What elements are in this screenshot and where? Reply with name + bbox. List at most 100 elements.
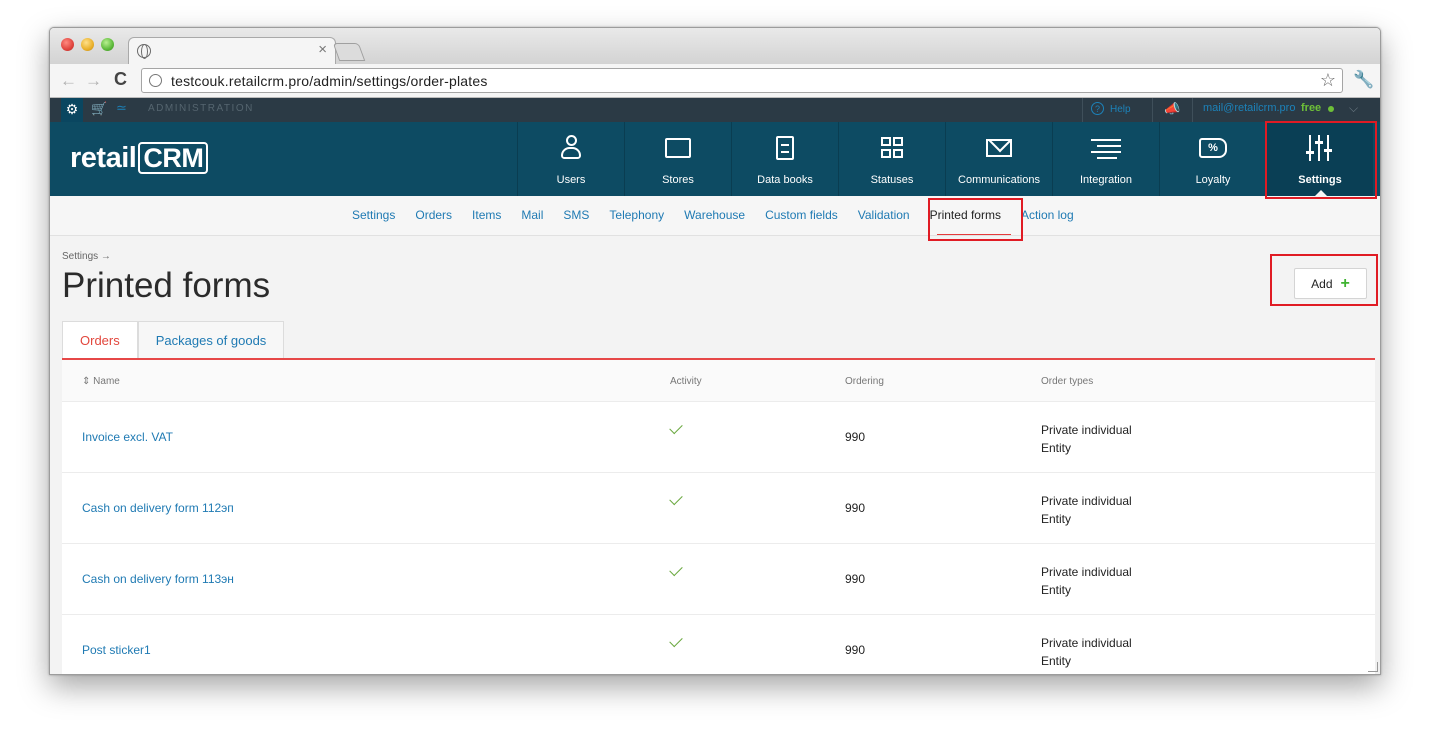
- table-row: Cash on delivery form 113эн 990 Private in…: [62, 544, 1375, 615]
- minimize-window-button[interactable]: [81, 38, 94, 51]
- menu-item-statuses[interactable]: Statuses: [838, 122, 945, 196]
- highlight-printed-forms: [928, 198, 1023, 241]
- menu-label: Data books: [757, 174, 813, 186]
- logo-crm: CRM: [138, 142, 209, 174]
- subnav-item-action-log[interactable]: Action log: [1021, 208, 1074, 222]
- ordering-value: 990: [845, 430, 866, 444]
- page-icon: [149, 74, 162, 87]
- bookmark-star-icon[interactable]: ☆: [1320, 70, 1336, 91]
- menu-label: Communications: [958, 174, 1040, 186]
- order-type: Private individual: [1041, 494, 1132, 508]
- order-type: Entity: [1041, 512, 1072, 526]
- ordering-value: 990: [845, 572, 866, 586]
- check-icon: [669, 420, 683, 435]
- order-type: Entity: [1041, 583, 1072, 597]
- megaphone-icon[interactable]: 📣: [1164, 101, 1180, 117]
- databook-icon: [776, 136, 794, 161]
- table-body: Invoice excl. VAT 990 Private individual En…: [62, 402, 1375, 674]
- printed-forms-table: ⇕ Name Activity Ordering Order types Inv…: [62, 360, 1375, 674]
- form-name-link[interactable]: Cash on delivery form 112эп: [82, 501, 234, 515]
- subnav-item-validation[interactable]: Validation: [858, 208, 910, 222]
- analytics-icon[interactable]: ≃: [116, 100, 127, 116]
- main-menu: Users Stores Data books Statuses Communi…: [517, 122, 1373, 196]
- order-types: Private individual Entity: [1041, 492, 1132, 528]
- order-types: Private individual Entity: [1041, 421, 1132, 457]
- table-row: Post sticker1 990 Private individual Entity: [62, 615, 1375, 674]
- chevron-down-icon[interactable]: ⌵: [1349, 101, 1358, 116]
- order-types: Private individual Entity: [1041, 634, 1132, 670]
- browser-toolbar: ← → C testcouk.retailcrm.pro/admin/setti…: [50, 64, 1380, 98]
- table-row: Invoice excl. VAT 990 Private individual En…: [62, 402, 1375, 473]
- menu-label: Stores: [662, 174, 694, 186]
- form-name-link[interactable]: Post sticker1: [82, 643, 151, 657]
- tab-packages-of-goods[interactable]: Packages of goods: [137, 321, 285, 359]
- subnav-item-sms[interactable]: SMS: [563, 208, 589, 222]
- column-name[interactable]: ⇕ Name: [82, 376, 120, 387]
- ordering-value: 990: [845, 643, 866, 657]
- help-link[interactable]: ? Help: [1091, 102, 1131, 115]
- administration-label: ADMINISTRATION: [148, 103, 254, 114]
- plan-badge: free: [1301, 102, 1322, 114]
- column-ordering: Ordering: [845, 376, 884, 387]
- store-icon: [665, 138, 691, 159]
- subnav-item-orders[interactable]: Orders: [415, 208, 452, 222]
- statuses-icon: [880, 136, 904, 160]
- address-bar[interactable]: testcouk.retailcrm.pro/admin/settings/or…: [141, 68, 1343, 93]
- resize-handle[interactable]: [1368, 662, 1378, 672]
- menu-item-communications[interactable]: Communications: [945, 122, 1052, 196]
- column-activity: Activity: [670, 376, 702, 387]
- user-email[interactable]: mail@retailcrm.pro: [1203, 102, 1295, 114]
- cart-icon[interactable]: 🛒: [91, 101, 107, 117]
- page-title: Printed forms: [62, 266, 271, 305]
- column-order-types: Order types: [1041, 376, 1094, 387]
- wrench-icon[interactable]: 🔧: [1353, 70, 1374, 90]
- content-tabs: Orders Packages of goods: [62, 321, 285, 359]
- form-name-link[interactable]: Cash on delivery form 113эн: [82, 572, 234, 586]
- main-header: retail CRM Users Stores Data books Statu…: [50, 122, 1380, 196]
- subnav-item-settings[interactable]: Settings: [352, 208, 395, 222]
- order-type: Private individual: [1041, 423, 1132, 437]
- breadcrumb[interactable]: Settings →: [62, 251, 111, 262]
- admin-top-strip: ⚙ 🛒 ≃ ADMINISTRATION ? Help 📣 mail@retail…: [50, 98, 1380, 122]
- subnav-item-mail[interactable]: Mail: [521, 208, 543, 222]
- subnav-item-warehouse[interactable]: Warehouse: [684, 208, 745, 222]
- menu-item-integration[interactable]: Integration: [1052, 122, 1159, 196]
- menu-label: Integration: [1080, 174, 1132, 186]
- tab-orders[interactable]: Orders: [62, 321, 138, 359]
- back-button[interactable]: ←: [60, 71, 77, 91]
- zoom-window-button[interactable]: [101, 38, 114, 51]
- help-label: Help: [1110, 104, 1131, 115]
- order-type: Entity: [1041, 441, 1072, 455]
- forward-button[interactable]: →: [85, 71, 102, 91]
- tab-close-icon[interactable]: ×: [318, 41, 327, 58]
- column-label: Name: [93, 376, 120, 387]
- menu-item-users[interactable]: Users: [517, 122, 624, 196]
- new-tab-button[interactable]: [332, 43, 366, 61]
- subnav-item-custom-fields[interactable]: Custom fields: [765, 208, 838, 222]
- close-window-button[interactable]: [61, 38, 74, 51]
- url-text[interactable]: testcouk.retailcrm.pro/admin/settings/or…: [171, 73, 488, 89]
- communications-icon: [986, 139, 1012, 158]
- menu-item-data-books[interactable]: Data books: [731, 122, 838, 196]
- menu-item-loyalty[interactable]: % Loyalty: [1159, 122, 1266, 196]
- subnav-item-telephony[interactable]: Telephony: [609, 208, 664, 222]
- user-icon: [560, 135, 582, 161]
- subnav-item-items[interactable]: Items: [472, 208, 501, 222]
- scrollbar[interactable]: [1375, 360, 1380, 674]
- check-icon: [669, 633, 683, 648]
- browser-tab[interactable]: ×: [128, 37, 336, 65]
- loyalty-icon: %: [1199, 138, 1227, 159]
- menu-item-stores[interactable]: Stores: [624, 122, 731, 196]
- help-icon: ?: [1091, 102, 1104, 115]
- reload-button[interactable]: C: [114, 69, 127, 90]
- table-row: Cash on delivery form 112эп 990 Private in…: [62, 473, 1375, 544]
- gear-icon[interactable]: ⚙: [61, 98, 83, 122]
- page-content: Settings → Printed forms Add + Orders Pac…: [50, 236, 1380, 674]
- highlight-add-button: [1270, 254, 1378, 306]
- form-name-link[interactable]: Invoice excl. VAT: [82, 430, 173, 444]
- title-bar: ×: [50, 28, 1380, 65]
- settings-subnav: Settings Orders Items Mail SMS Telephony Wareh…: [50, 196, 1380, 236]
- retailcrm-logo[interactable]: retail CRM: [70, 142, 209, 175]
- integration-icon: [1091, 137, 1121, 160]
- logo-text: retail: [70, 142, 137, 174]
